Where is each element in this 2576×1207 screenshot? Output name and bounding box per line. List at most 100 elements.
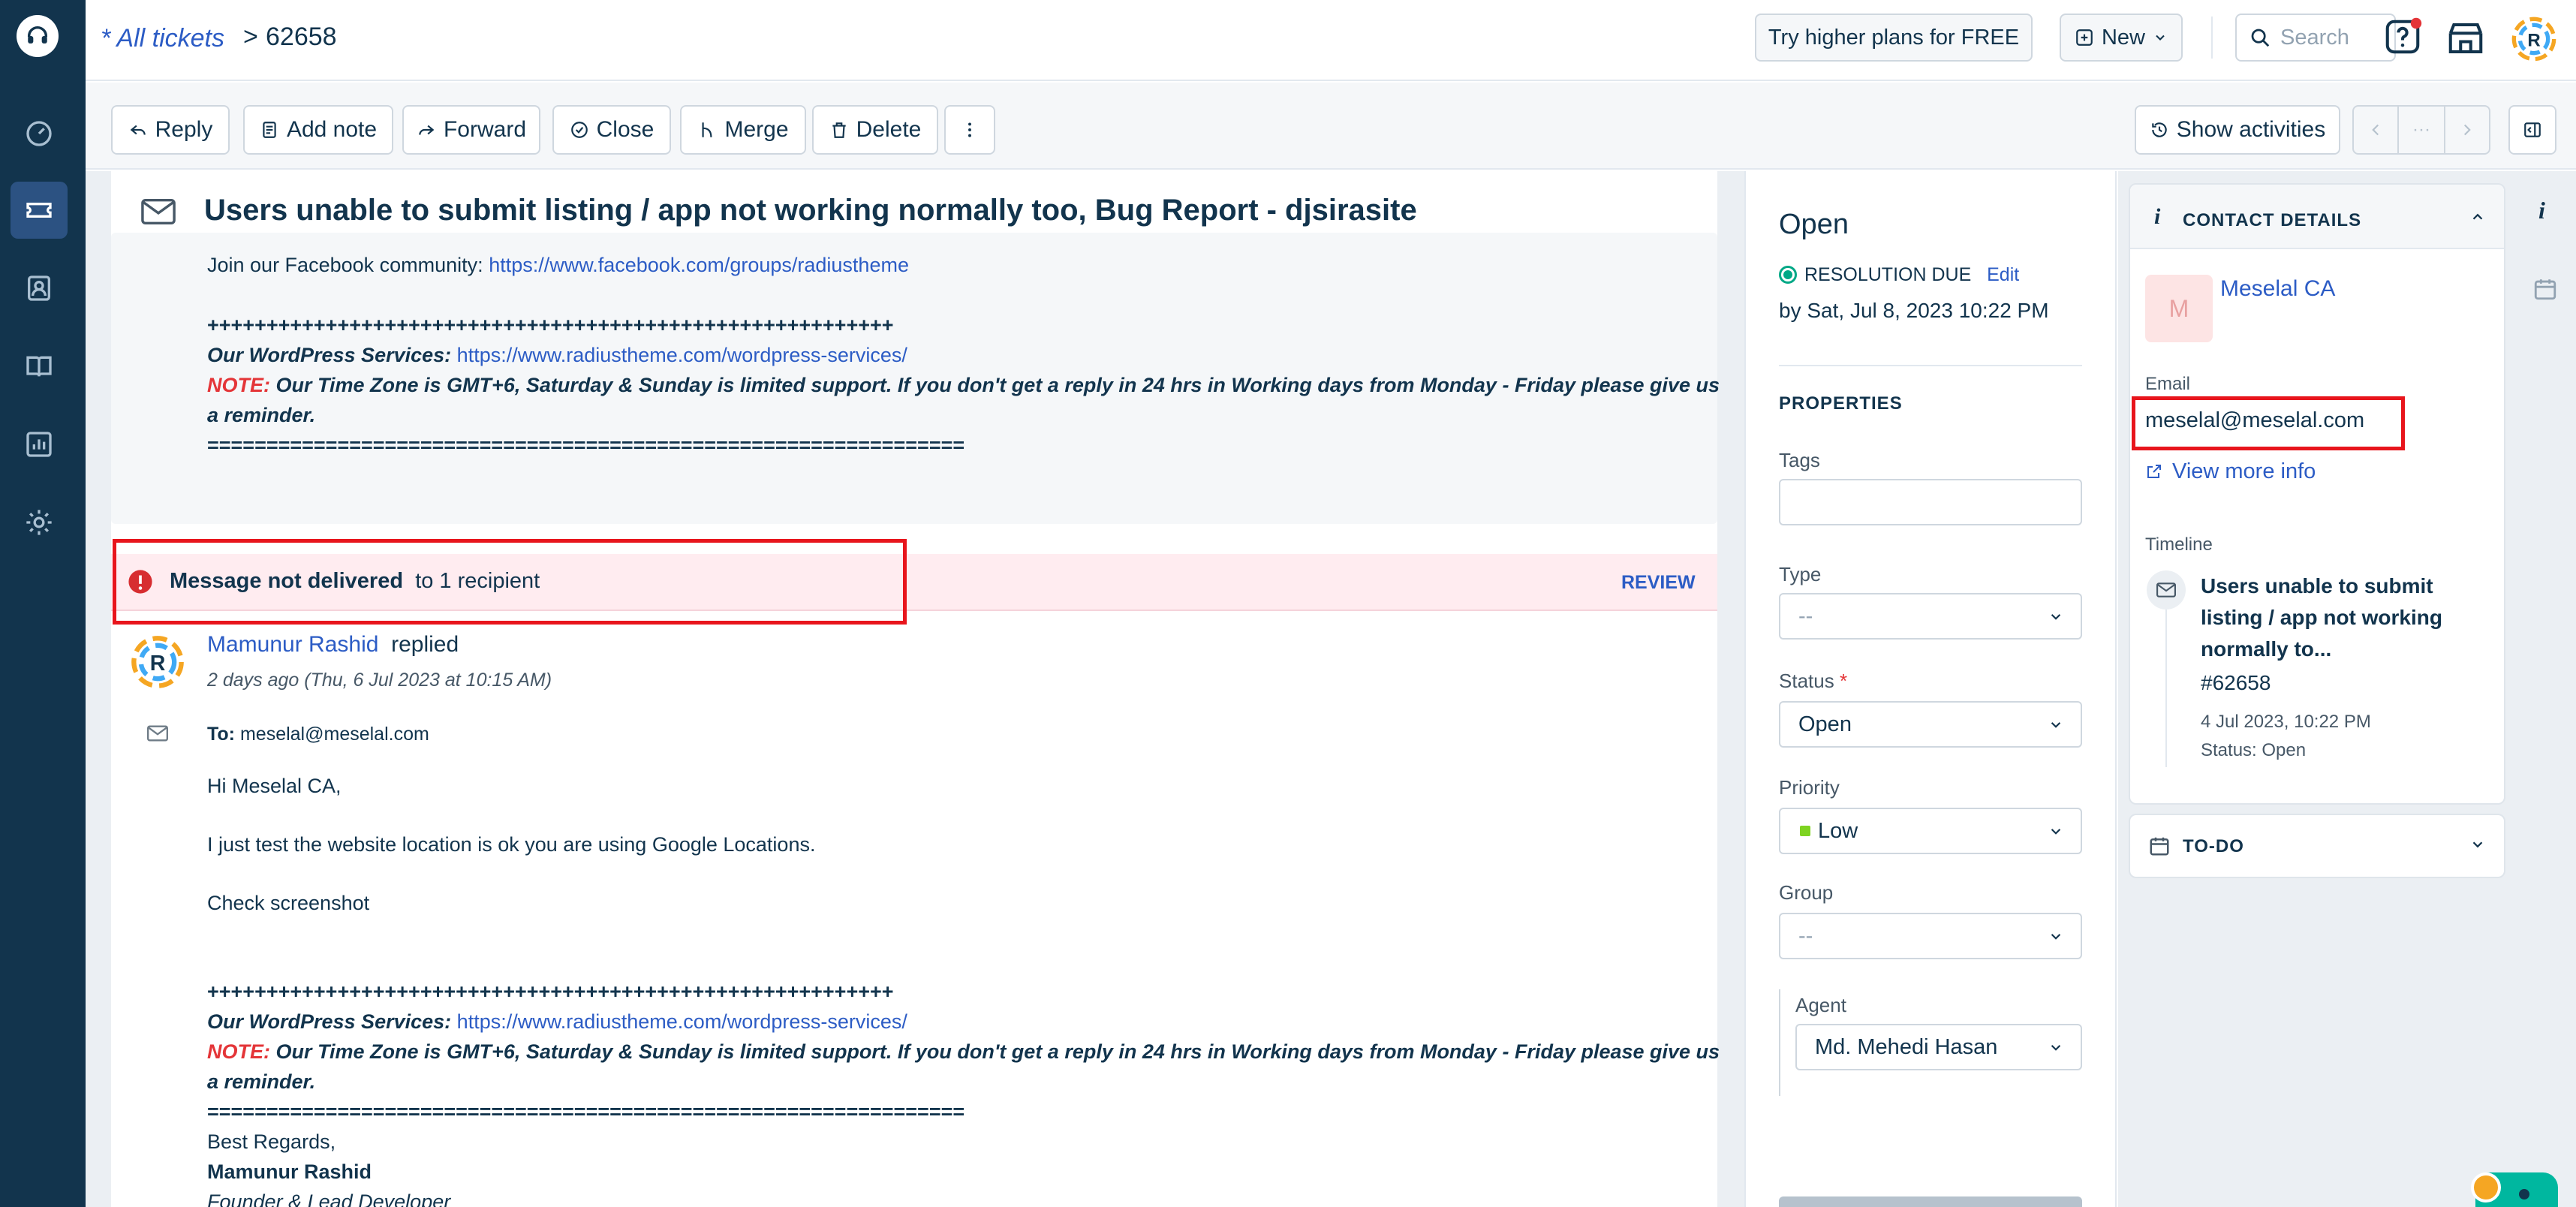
community-link[interactable]: https://www.facebook.com/groups/radiusth… <box>489 254 909 276</box>
type-select[interactable]: -- <box>1779 593 2082 640</box>
search-placeholder: Search <box>2280 25 2349 50</box>
signature-title: Founder & Lead Developer <box>207 1190 451 1207</box>
gear-icon <box>26 510 52 535</box>
reply-note-cont: a reminder. <box>207 1070 316 1093</box>
help-button[interactable] <box>2382 17 2426 60</box>
tags-input[interactable] <box>1779 479 2082 525</box>
nav-settings[interactable] <box>11 494 68 551</box>
reply-greeting: Hi Meselal CA, <box>207 775 342 797</box>
search-box[interactable]: Search <box>2235 14 2396 62</box>
reply-plus-separator: ++++++++++++++++++++++++++++++++++++++++… <box>207 980 894 1003</box>
properties-divider <box>1779 365 2082 366</box>
to-label: To: <box>207 724 236 745</box>
chevron-down-icon <box>2051 1045 2061 1051</box>
info-panel-icon[interactable]: i <box>2538 197 2545 224</box>
check-circle-icon <box>570 122 588 138</box>
highlight-email-box <box>2132 396 2405 450</box>
calendar-panel-icon[interactable] <box>2532 276 2558 302</box>
community-text: Join our Facebook community: <box>207 254 483 276</box>
status-label: Status <box>1779 670 1834 692</box>
chevron-down-icon <box>2051 934 2061 940</box>
info-icon: i <box>2154 204 2161 229</box>
services-link[interactable]: https://www.radiustheme.com/wordpress-se… <box>457 344 907 366</box>
chevron-up-icon[interactable] <box>2469 209 2486 225</box>
reply-button[interactable]: Reply <box>111 105 230 155</box>
toggle-sidebar-button[interactable] <box>2508 105 2556 155</box>
timeline-status: Status: Open <box>2201 740 2307 760</box>
resolution-status-dot <box>1779 266 1797 284</box>
community-line: Join our Facebook community: https://www… <box>207 254 909 277</box>
profile-avatar[interactable]: R <box>2510 15 2558 63</box>
show-activities-button[interactable]: Show activities <box>2135 105 2340 155</box>
delete-button[interactable]: Delete <box>812 105 938 155</box>
reply-services-link[interactable]: https://www.radiustheme.com/wordpress-se… <box>457 1010 907 1033</box>
contact-details-heading: CONTACT DETAILS <box>2183 210 2362 230</box>
chevron-down-icon[interactable] <box>2469 836 2486 853</box>
nav-knowledge-base[interactable] <box>11 338 68 395</box>
previous-ticket-button[interactable] <box>2352 105 2399 155</box>
left-nav <box>0 0 86 1207</box>
dashboard-icon <box>26 121 52 146</box>
nav-dashboard[interactable] <box>11 105 68 162</box>
update-button[interactable] <box>1779 1196 2082 1207</box>
timeline-title-line-1: Users unable to submit <box>2201 574 2433 597</box>
properties-heading: PROPERTIES <box>1779 393 1903 414</box>
breadcrumb-all-tickets[interactable]: * All tickets <box>101 24 224 53</box>
note-text: Our Time Zone is GMT+6, Saturday & Sunda… <box>275 374 1720 396</box>
ticket-icon <box>26 203 52 218</box>
status-select[interactable]: Open <box>1779 701 2082 748</box>
timeline-ticket-link[interactable]: Users unable to submit listing / app not … <box>2201 570 2442 665</box>
status-label-row: Status * <box>1779 670 1847 693</box>
chat-dot-icon <box>2519 1189 2529 1199</box>
upgrade-button[interactable]: Try higher plans for FREE <box>1755 14 2033 62</box>
app-logo[interactable] <box>17 15 59 57</box>
signature-name: Mamunur Rashid <box>207 1160 372 1183</box>
author-name[interactable]: Mamunur Rashid <box>207 632 378 657</box>
action-bar: Reply Add note Forward Close Merge Delet… <box>86 83 2576 170</box>
ticket-pager[interactable]: ··· <box>2397 105 2445 155</box>
group-value: -- <box>1798 923 1813 948</box>
more-actions-button[interactable] <box>944 105 995 155</box>
reply-label: Reply <box>155 117 213 142</box>
resolution-edit[interactable]: Edit <box>1987 264 2019 285</box>
merge-button[interactable]: Merge <box>680 105 806 155</box>
priority-label: Priority <box>1779 776 1840 799</box>
contact-name[interactable]: Meselal CA <box>2220 276 2335 302</box>
plus-separator: ++++++++++++++++++++++++++++++++++++++++… <box>207 314 894 336</box>
new-label: New <box>2101 25 2145 50</box>
svg-text:R: R <box>2527 30 2540 50</box>
forward-icon <box>419 125 435 135</box>
next-ticket-button[interactable] <box>2444 105 2490 155</box>
nav-contacts[interactable] <box>11 260 68 317</box>
nav-tickets[interactable] <box>11 182 68 239</box>
timeline-title-line-2: listing / app not working <box>2201 606 2442 629</box>
ticket-subject: Users unable to submit listing / app not… <box>204 194 1417 227</box>
contact-avatar-initial: M <box>2168 294 2189 322</box>
add-note-button[interactable]: Add note <box>243 105 393 155</box>
close-button[interactable]: Close <box>552 105 671 155</box>
note-icon <box>263 122 276 138</box>
reply-time: 2 days ago (Thu, 6 Jul 2023 at 10:15 AM) <box>207 670 552 691</box>
review-link[interactable]: REVIEW <box>1621 572 1696 594</box>
group-select[interactable]: -- <box>1779 913 2082 959</box>
trash-icon <box>832 122 846 138</box>
reply-note-label: NOTE: <box>207 1040 270 1063</box>
timeline-date: 4 Jul 2023, 10:22 PM <box>2201 712 2371 732</box>
priority-low-swatch <box>1800 826 1810 836</box>
agent-select[interactable]: Md. Mehedi Hasan <box>1795 1024 2082 1070</box>
store-icon <box>2448 23 2483 54</box>
priority-select[interactable]: Low <box>1779 808 2082 854</box>
new-button[interactable]: New <box>2060 14 2183 62</box>
add-note-label: Add note <box>286 117 378 142</box>
note-label: NOTE: <box>207 374 270 396</box>
resolution-due-date: by Sat, Jul 8, 2023 10:22 PM <box>1779 299 2049 322</box>
top-bar: * All tickets > 62658 Try higher plans f… <box>86 0 2576 81</box>
nav-reports[interactable] <box>11 416 68 473</box>
topbar-divider <box>2211 17 2213 59</box>
forward-button[interactable]: Forward <box>402 105 540 155</box>
side-app-strip <box>2513 171 2576 1207</box>
view-more-info-link[interactable]: View more info <box>2172 459 2316 484</box>
type-label: Type <box>1779 563 1822 585</box>
marketplace-button[interactable] <box>2445 18 2487 60</box>
calendar-icon <box>2150 837 2169 856</box>
